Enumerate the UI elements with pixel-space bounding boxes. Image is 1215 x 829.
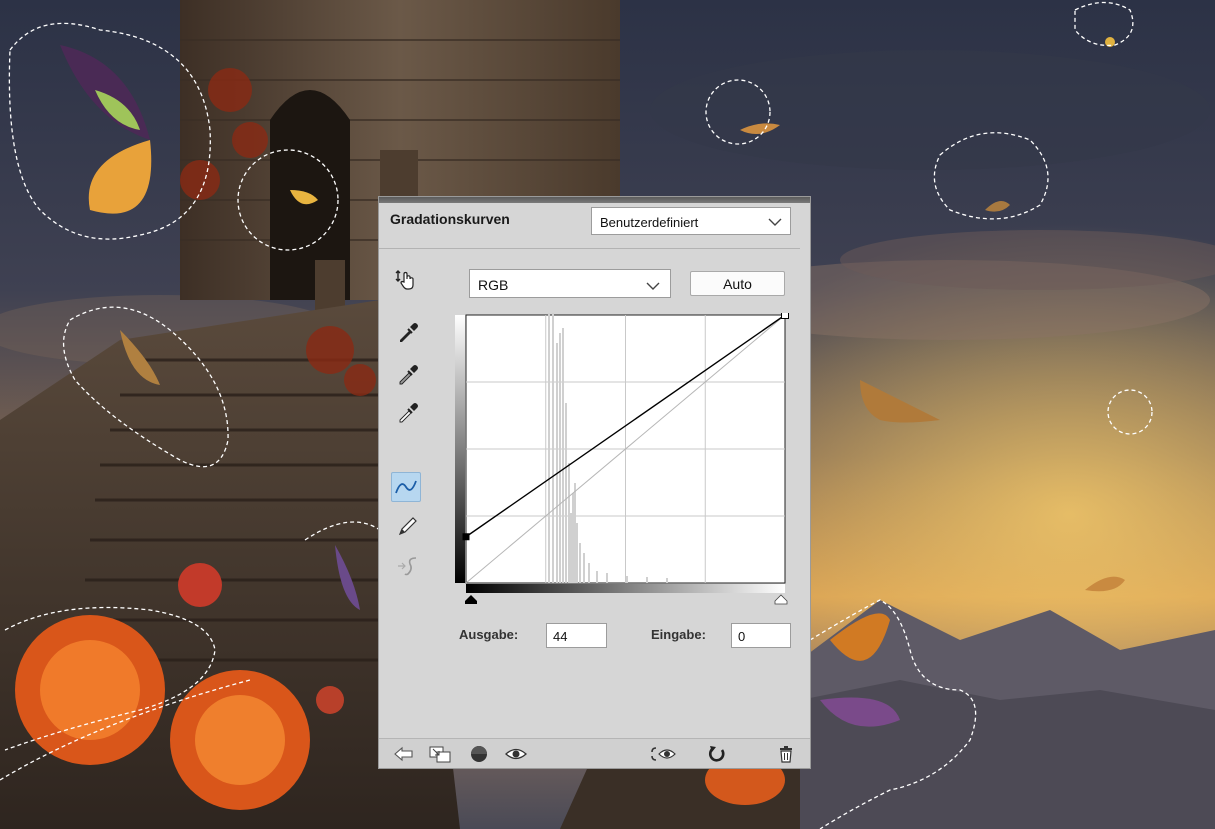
pencil-draw-icon[interactable] (395, 513, 421, 539)
panel-tab-strip[interactable] (379, 197, 810, 203)
histogram-bar (572, 493, 574, 583)
input-gradient-bar (466, 584, 785, 593)
back-arrow-icon[interactable] (393, 743, 415, 765)
curves-properties-panel: Gradationskurven Benutzerdefiniert RGB A… (378, 196, 811, 769)
curve-point-white (781, 313, 789, 319)
histogram-bar (562, 328, 564, 583)
histogram-bar (565, 403, 567, 583)
visibility-eye-icon[interactable] (505, 743, 527, 765)
histogram-bar (596, 571, 598, 583)
smooth-curve-icon[interactable] (395, 553, 421, 579)
input-field[interactable]: 0 (731, 623, 791, 648)
chevron-down-icon (646, 278, 660, 294)
trash-icon[interactable] (775, 743, 797, 765)
histogram-bar (583, 553, 585, 583)
clip-to-layer-icon[interactable] (429, 743, 451, 765)
layer-mask-icon[interactable] (468, 743, 490, 765)
auto-button[interactable]: Auto (690, 271, 785, 296)
white-point-eyedropper-icon[interactable] (395, 399, 421, 425)
panel-bottom-bar (379, 738, 810, 768)
curve-graph[interactable] (455, 313, 795, 613)
curve-points-icon[interactable] (391, 472, 421, 502)
reset-icon[interactable] (706, 743, 728, 765)
white-input-slider (774, 594, 788, 605)
curve-point-black (462, 533, 470, 541)
target-adjust-icon[interactable] (393, 267, 419, 293)
chevron-down-icon (768, 215, 782, 230)
histogram-bar (568, 463, 570, 583)
gray-point-eyedropper-icon[interactable] (395, 361, 421, 387)
preset-selected: Benutzerdefiniert (600, 215, 699, 230)
histogram-bar (556, 343, 558, 583)
histogram-bar (548, 313, 550, 583)
channel-selected: RGB (478, 277, 509, 293)
preset-dropdown[interactable]: Benutzerdefiniert (591, 207, 791, 235)
histogram-bar (559, 333, 561, 583)
histogram-bar (588, 563, 590, 583)
header-separator (379, 248, 800, 249)
histogram-bar (646, 577, 648, 583)
histogram-bar (552, 313, 554, 583)
output-gradient-bar (455, 315, 465, 583)
view-previous-state-icon[interactable] (649, 743, 679, 765)
histogram-bar (606, 573, 608, 583)
panel-title: Gradationskurven (390, 211, 510, 227)
histogram-bar (574, 483, 576, 583)
black-point-eyedropper-icon[interactable] (395, 319, 421, 345)
output-field[interactable]: 44 (546, 623, 607, 648)
histogram-bar (626, 576, 628, 583)
histogram-bar (666, 578, 668, 583)
channel-dropdown[interactable]: RGB (469, 269, 671, 298)
input-label: Eingabe: (651, 627, 706, 642)
histogram-bar (579, 543, 581, 583)
output-label: Ausgabe: (459, 627, 519, 642)
black-input-slider (465, 595, 477, 604)
histogram-bar (570, 513, 572, 583)
histogram-bar (576, 523, 578, 583)
